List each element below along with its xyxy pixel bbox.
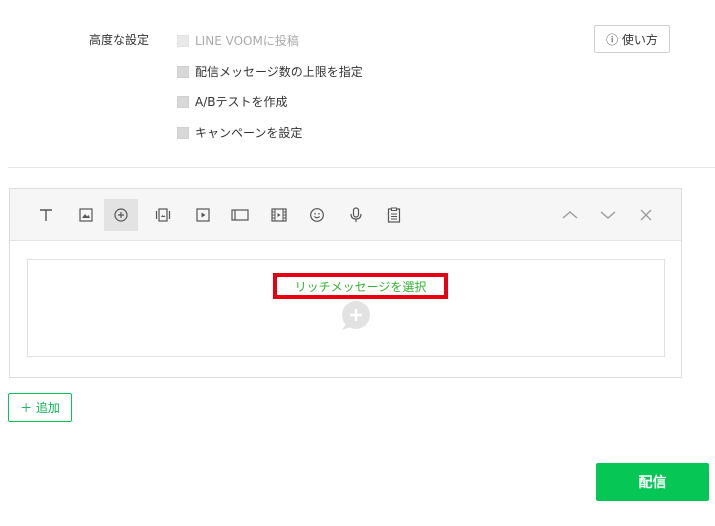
send-button[interactable]: 配信 xyxy=(596,463,709,501)
movie-tool-button[interactable] xyxy=(262,199,296,231)
text-tool-button[interactable] xyxy=(29,199,63,231)
rich-message-tool-button[interactable] xyxy=(104,199,138,231)
survey-icon xyxy=(387,207,401,223)
option-label: LINE VOOMに投稿 xyxy=(195,34,299,48)
card-tool-button[interactable] xyxy=(146,199,180,231)
checkbox[interactable] xyxy=(177,34,189,47)
checkbox[interactable] xyxy=(177,95,189,108)
plus-bubble-icon xyxy=(342,301,370,330)
editor-toolbar xyxy=(10,189,681,241)
image-tool-button[interactable] xyxy=(69,199,103,231)
option-campaign[interactable]: キャンペーンを設定 xyxy=(177,124,302,141)
remove-button[interactable] xyxy=(629,199,663,231)
select-rich-message-link[interactable]: リッチメッセージを選択 xyxy=(273,273,448,299)
rich-message-icon xyxy=(114,208,128,222)
option-label: A/Bテストを作成 xyxy=(195,95,288,109)
add-rich-message-button[interactable] xyxy=(338,300,374,336)
close-icon xyxy=(640,209,652,221)
chevron-down-icon xyxy=(600,211,616,219)
sticker-tool-button[interactable] xyxy=(300,199,334,231)
image-icon xyxy=(79,208,93,222)
checkbox[interactable] xyxy=(177,126,189,139)
message-editor: リッチメッセージを選択 xyxy=(9,188,682,378)
divider xyxy=(8,167,715,168)
voice-icon xyxy=(350,207,362,222)
sticker-icon xyxy=(310,208,324,222)
rich-message-content-area[interactable]: リッチメッセージを選択 xyxy=(27,259,665,357)
move-up-button[interactable] xyxy=(553,199,587,231)
voice-tool-button[interactable] xyxy=(339,199,373,231)
advanced-settings-label: 高度な設定 xyxy=(89,33,150,47)
option-line-voom[interactable]: LINE VOOMに投稿 xyxy=(177,32,299,49)
add-button[interactable]: ＋ 追加 xyxy=(8,393,72,422)
move-down-button[interactable] xyxy=(591,199,625,231)
option-ab-test[interactable]: A/Bテストを作成 xyxy=(177,93,288,110)
help-button[interactable]: ⓘ 使い方 xyxy=(594,25,670,53)
card-icon xyxy=(155,208,171,222)
option-label: 配信メッセージ数の上限を指定 xyxy=(195,65,363,79)
survey-tool-button[interactable] xyxy=(377,199,411,231)
rich-video-tool-button[interactable] xyxy=(223,199,257,231)
video-icon xyxy=(196,208,210,222)
option-label: キャンペーンを設定 xyxy=(195,126,303,140)
checkbox[interactable] xyxy=(177,65,189,78)
chevron-up-icon xyxy=(562,211,578,219)
rich-video-icon xyxy=(231,209,249,221)
movie-icon xyxy=(271,208,287,222)
text-icon xyxy=(40,209,52,221)
option-message-limit[interactable]: 配信メッセージ数の上限を指定 xyxy=(177,63,363,80)
video-tool-button[interactable] xyxy=(186,199,220,231)
